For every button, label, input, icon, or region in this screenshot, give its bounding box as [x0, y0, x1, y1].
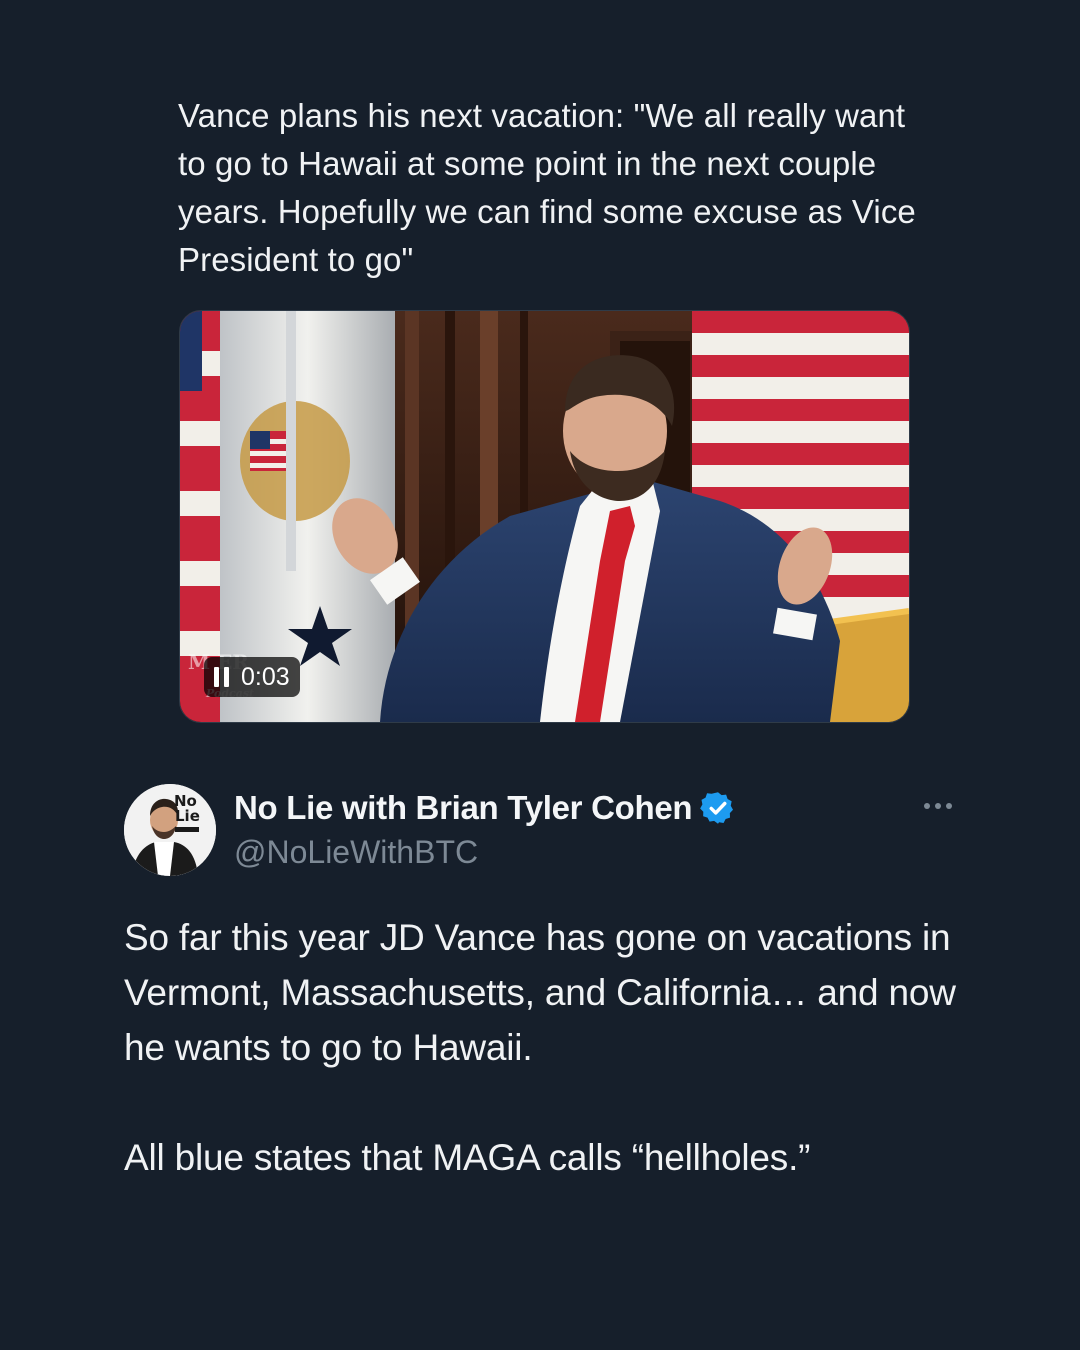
video-player[interactable]: M ER Podcast 0:03: [179, 310, 910, 723]
avatar-image: No Lie: [124, 784, 216, 876]
video-elapsed-time: 0:03: [241, 662, 290, 691]
video-timestamp-pill: 0:03: [204, 657, 300, 697]
svg-text:Lie: Lie: [175, 807, 200, 825]
post-body-paragraph: All blue states that MAGA calls “hellhol…: [124, 1137, 811, 1178]
quoted-post-text: Vance plans his next vacation: "We all r…: [178, 97, 916, 278]
author-name-row: No Lie with Brian Tyler Cohen: [234, 789, 736, 827]
pause-icon[interactable]: [214, 667, 229, 687]
more-horizontal-icon[interactable]: [920, 798, 956, 814]
verified-badge-icon: [700, 792, 734, 824]
post-body: So far this year JD Vance has gone on va…: [124, 910, 964, 1185]
avatar[interactable]: No Lie: [124, 784, 216, 876]
quoted-post[interactable]: Vance plans his next vacation: "We all r…: [178, 92, 918, 284]
author-display-name[interactable]: No Lie with Brian Tyler Cohen: [234, 789, 693, 827]
post-body-paragraph: So far this year JD Vance has gone on va…: [124, 917, 956, 1068]
author-handle[interactable]: @NoLieWithBTC: [234, 834, 478, 871]
